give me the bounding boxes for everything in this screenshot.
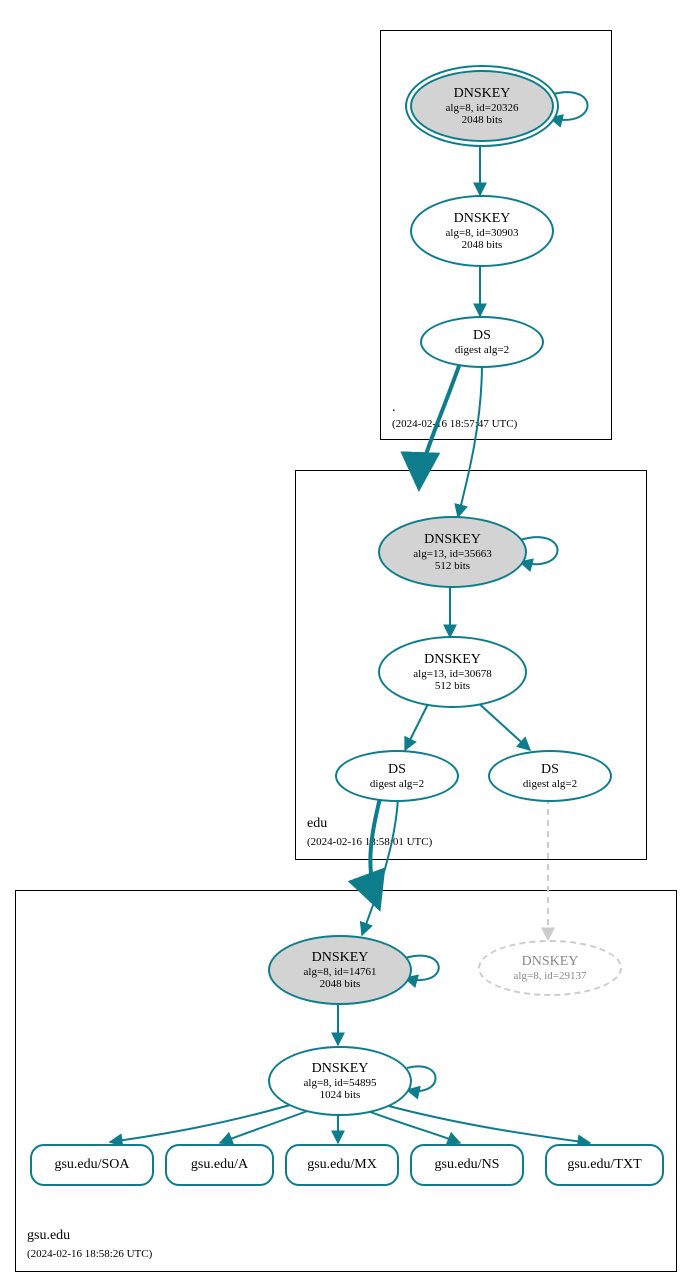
node-title: DNSKEY (522, 954, 579, 969)
rr-soa: gsu.edu/SOA (30, 1144, 154, 1186)
rr-label: gsu.edu/MX (307, 1157, 377, 1172)
node-alg: alg=8, id=54895 (304, 1077, 377, 1089)
node-title: DNSKEY (454, 211, 511, 226)
node-title: DNSKEY (424, 652, 481, 667)
rr-mx: gsu.edu/MX (285, 1144, 399, 1186)
node-alg: digest alg=2 (455, 344, 509, 356)
rr-label: gsu.edu/TXT (567, 1157, 641, 1172)
gsu-missing-dnskey: DNSKEY alg=8, id=29137 (478, 940, 622, 996)
zone-gsu-label: gsu.edu (27, 1228, 70, 1244)
zone-root-label: . (392, 400, 396, 416)
node-title: DS (388, 762, 406, 777)
node-title: DNSKEY (312, 950, 369, 965)
node-bits: 2048 bits (462, 239, 503, 251)
node-alg: digest alg=2 (523, 778, 577, 790)
rr-ns: gsu.edu/NS (410, 1144, 524, 1186)
rr-label: gsu.edu/NS (435, 1157, 500, 1172)
node-bits: 1024 bits (320, 1089, 361, 1101)
node-bits: 512 bits (435, 560, 470, 572)
node-bits: 2048 bits (462, 114, 503, 126)
node-alg: alg=13, id=35663 (413, 548, 491, 560)
zone-root-timestamp: (2024-02-16 18:57:47 UTC) (392, 418, 517, 430)
gsu-ksk-dnskey: DNSKEY alg=8, id=14761 2048 bits (268, 935, 412, 1005)
node-alg: digest alg=2 (370, 778, 424, 790)
zone-gsu-timestamp: (2024-02-16 18:58:26 UTC) (27, 1248, 152, 1260)
edu-ds-2: DS digest alg=2 (488, 750, 612, 802)
rr-txt: gsu.edu/TXT (545, 1144, 664, 1186)
rr-label: gsu.edu/SOA (54, 1157, 129, 1172)
node-alg: alg=8, id=30903 (446, 227, 519, 239)
edu-ksk-dnskey: DNSKEY alg=13, id=35663 512 bits (378, 516, 527, 588)
node-title: DNSKEY (312, 1061, 369, 1076)
node-alg: alg=13, id=30678 (413, 668, 491, 680)
edu-ds-1: DS digest alg=2 (335, 750, 459, 802)
root-ds: DS digest alg=2 (420, 316, 544, 368)
zone-edu-timestamp: (2024-02-16 18:58:01 UTC) (307, 836, 432, 848)
root-ksk-dnskey: DNSKEY alg=8, id=20326 2048 bits (410, 70, 554, 142)
node-alg: alg=8, id=14761 (304, 966, 377, 978)
node-title: DS (541, 762, 559, 777)
rr-label: gsu.edu/A (191, 1157, 248, 1172)
node-alg: alg=8, id=29137 (514, 970, 587, 982)
node-bits: 512 bits (435, 680, 470, 692)
edu-zsk-dnskey: DNSKEY alg=13, id=30678 512 bits (378, 636, 527, 708)
node-alg: alg=8, id=20326 (446, 102, 519, 114)
root-zsk-dnskey: DNSKEY alg=8, id=30903 2048 bits (410, 195, 554, 267)
zone-edu-label: edu (307, 816, 327, 832)
node-title: DNSKEY (424, 532, 481, 547)
node-title: DNSKEY (454, 86, 511, 101)
node-title: DS (473, 328, 491, 343)
node-bits: 2048 bits (320, 978, 361, 990)
gsu-zsk-dnskey: DNSKEY alg=8, id=54895 1024 bits (268, 1046, 412, 1116)
rr-a: gsu.edu/A (165, 1144, 274, 1186)
